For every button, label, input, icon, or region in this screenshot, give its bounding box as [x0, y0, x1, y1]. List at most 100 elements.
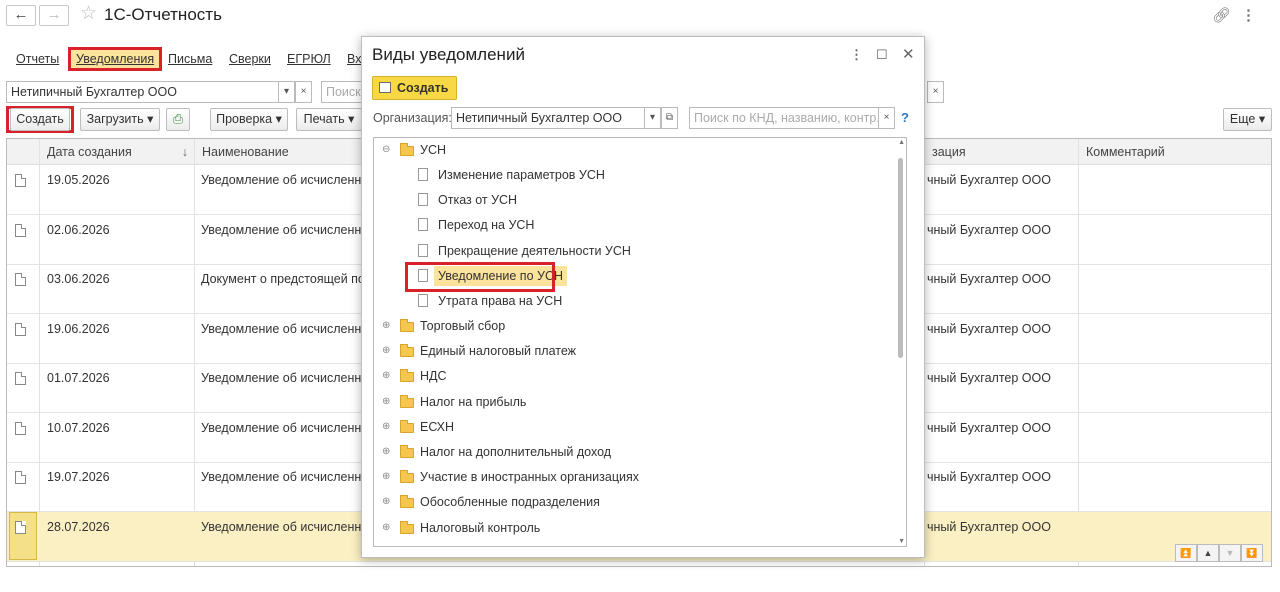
expand-icon[interactable]: ⊕ [382, 417, 390, 437]
selection-highlight [405, 261, 555, 292]
expand-icon[interactable]: ⊕ [382, 467, 390, 487]
maximize-icon[interactable]: ☐ [876, 47, 888, 63]
folder-icon [400, 394, 414, 408]
dialog-search-input[interactable]: Поиск по КНД, названию, контр... [689, 107, 879, 129]
cell-date: 01.07.2026 [47, 371, 110, 385]
organization-clear-button[interactable]: × [295, 81, 312, 103]
cell-date: 19.05.2026 [47, 173, 110, 187]
tree-group-label: Налог на дополнительный доход [420, 445, 612, 459]
more-button[interactable]: Еще ▾ [1223, 108, 1272, 131]
document-icon [15, 471, 26, 484]
close-icon[interactable]: ✕ [902, 45, 915, 63]
cell-date: 02.06.2026 [47, 222, 110, 237]
file-icon [418, 168, 428, 181]
dialog-organization-field[interactable]: Нетипичный Бухгалтер ООО [451, 107, 645, 129]
document-icon [15, 421, 26, 435]
expand-icon[interactable]: ⊕ [382, 442, 390, 462]
dialog-organization-dropdown[interactable]: ▾ [644, 107, 661, 129]
forward-button[interactable]: → [39, 5, 69, 26]
document-icon [15, 520, 26, 534]
file-icon [418, 193, 428, 207]
expand-icon[interactable]: ⊕ [382, 518, 390, 538]
link-icon[interactable]: 🔗︎ [1212, 6, 1231, 24]
collapse-icon[interactable]: ⊖ [382, 140, 390, 160]
tree-item-label: Переход на УСН [438, 218, 535, 233]
document-icon [15, 174, 26, 187]
create-doc-icon [379, 82, 391, 93]
dialog-create-label: Создать [397, 81, 449, 95]
dialog-create-button[interactable]: Создать [372, 76, 457, 100]
search-clear-button[interactable]: × [927, 81, 944, 103]
scroll-up-button[interactable]: ▲ [1197, 544, 1219, 562]
create-button[interactable]: Создать [10, 108, 70, 131]
folder-icon [400, 143, 414, 156]
cell-name: Уведомление об исчисленных [201, 470, 371, 484]
expand-icon[interactable]: ⊕ [382, 341, 390, 361]
notification-types-dialog: Виды уведомлений ⋮ ☐ ✕ Создать Организац… [361, 36, 925, 558]
dialog-search-clear[interactable]: × [878, 107, 895, 129]
tree-group-label: ЕСХН [420, 419, 455, 434]
organization-filter[interactable]: Нетипичный Бухгалтер ООО [6, 81, 279, 103]
cell-organization: чный Бухгалтер ООО [927, 222, 1051, 237]
folder-icon [400, 369, 414, 383]
forward-arrow-icon: → [46, 6, 62, 23]
cell-name: Уведомление об исчисленных [201, 420, 371, 435]
tab-reports[interactable]: Отчеты [16, 52, 59, 66]
tab-notifications[interactable]: Уведомления [68, 47, 163, 71]
column-header-comment[interactable]: Комментарий [1078, 139, 1271, 165]
folder-icon [400, 319, 414, 332]
cell-date: 19.06.2026 [47, 321, 110, 336]
menu-more-icon[interactable]: ⋮ [1241, 6, 1256, 24]
help-icon[interactable]: ? [901, 110, 909, 125]
scroll-up-arrow-icon[interactable]: ▲ [898, 139, 905, 146]
cell-organization: чный Бухгалтер ООО [927, 470, 1051, 484]
print-button[interactable]: Печать ▾ [296, 108, 362, 131]
dialog-menu-icon[interactable]: ⋮ [850, 47, 863, 63]
folder-icon [400, 495, 414, 509]
file-icon [418, 218, 428, 232]
load-label: Загрузить [86, 112, 144, 126]
star-icon[interactable]: ☆ [80, 4, 97, 24]
tab-incoming[interactable]: Вх [347, 52, 361, 66]
organization-dropdown-button[interactable]: ▾ [278, 81, 295, 103]
expand-icon[interactable]: ⊕ [382, 316, 390, 336]
expand-icon[interactable]: ⊕ [382, 492, 390, 512]
print-label: Печать [303, 112, 345, 126]
column-date-label: Дата создания [47, 145, 132, 159]
tab-reconciliations[interactable]: Сверки [229, 52, 271, 66]
scroll-top-button[interactable]: ⏫ [1175, 544, 1197, 562]
scroll-bottom-button[interactable]: ⏬ [1241, 544, 1263, 562]
tree-scrollbar-thumb[interactable] [898, 158, 903, 358]
column-header-date[interactable]: Дата создания ↓ [39, 139, 194, 165]
document-icon [15, 223, 26, 237]
scroll-down-arrow-icon[interactable]: ▼ [898, 538, 905, 545]
folder-icon [400, 470, 414, 484]
expand-icon[interactable]: ⊕ [382, 366, 390, 386]
cell-organization: чный Бухгалтер ООО [927, 272, 1051, 286]
icon-column-header [7, 139, 39, 165]
search-input[interactable]: Поиск [321, 81, 366, 103]
cell-date: 28.07.2026 [47, 519, 110, 534]
cell-name: Уведомление об исчисленных [201, 173, 371, 187]
tree-item-label: Изменение параметров УСН [438, 168, 605, 182]
document-icon [15, 372, 26, 385]
tab-letters[interactable]: Письма [168, 52, 212, 66]
scroll-down-button[interactable]: ▼ [1219, 544, 1241, 562]
column-header-organization[interactable]: зация [924, 139, 1078, 165]
check-label: Проверка [216, 112, 273, 126]
tree-group-label: НДС [420, 369, 447, 384]
cell-organization: чный Бухгалтер ООО [927, 519, 1051, 534]
check-button[interactable]: Проверка ▾ [210, 108, 288, 131]
back-arrow-icon: ← [13, 6, 29, 23]
tab-egrul[interactable]: ЕГРЮЛ [287, 52, 331, 66]
expand-icon[interactable]: ⊕ [382, 392, 390, 412]
cell-name: Документ о предстоящей пост [201, 272, 371, 286]
back-button[interactable]: ← [6, 5, 36, 26]
tree-item-label: Прекращение деятельности УСН [438, 243, 631, 258]
tree-group-label: Участие в иностранных организациях [420, 470, 640, 485]
load-button[interactable]: Загрузить ▾ [80, 108, 160, 131]
upload-file-icon[interactable]: ⎙ [166, 108, 190, 131]
more-label: Еще [1229, 112, 1256, 126]
dialog-organization-open[interactable]: ⧉ [661, 107, 678, 129]
cell-name: Уведомление об исчисленных [201, 222, 371, 237]
